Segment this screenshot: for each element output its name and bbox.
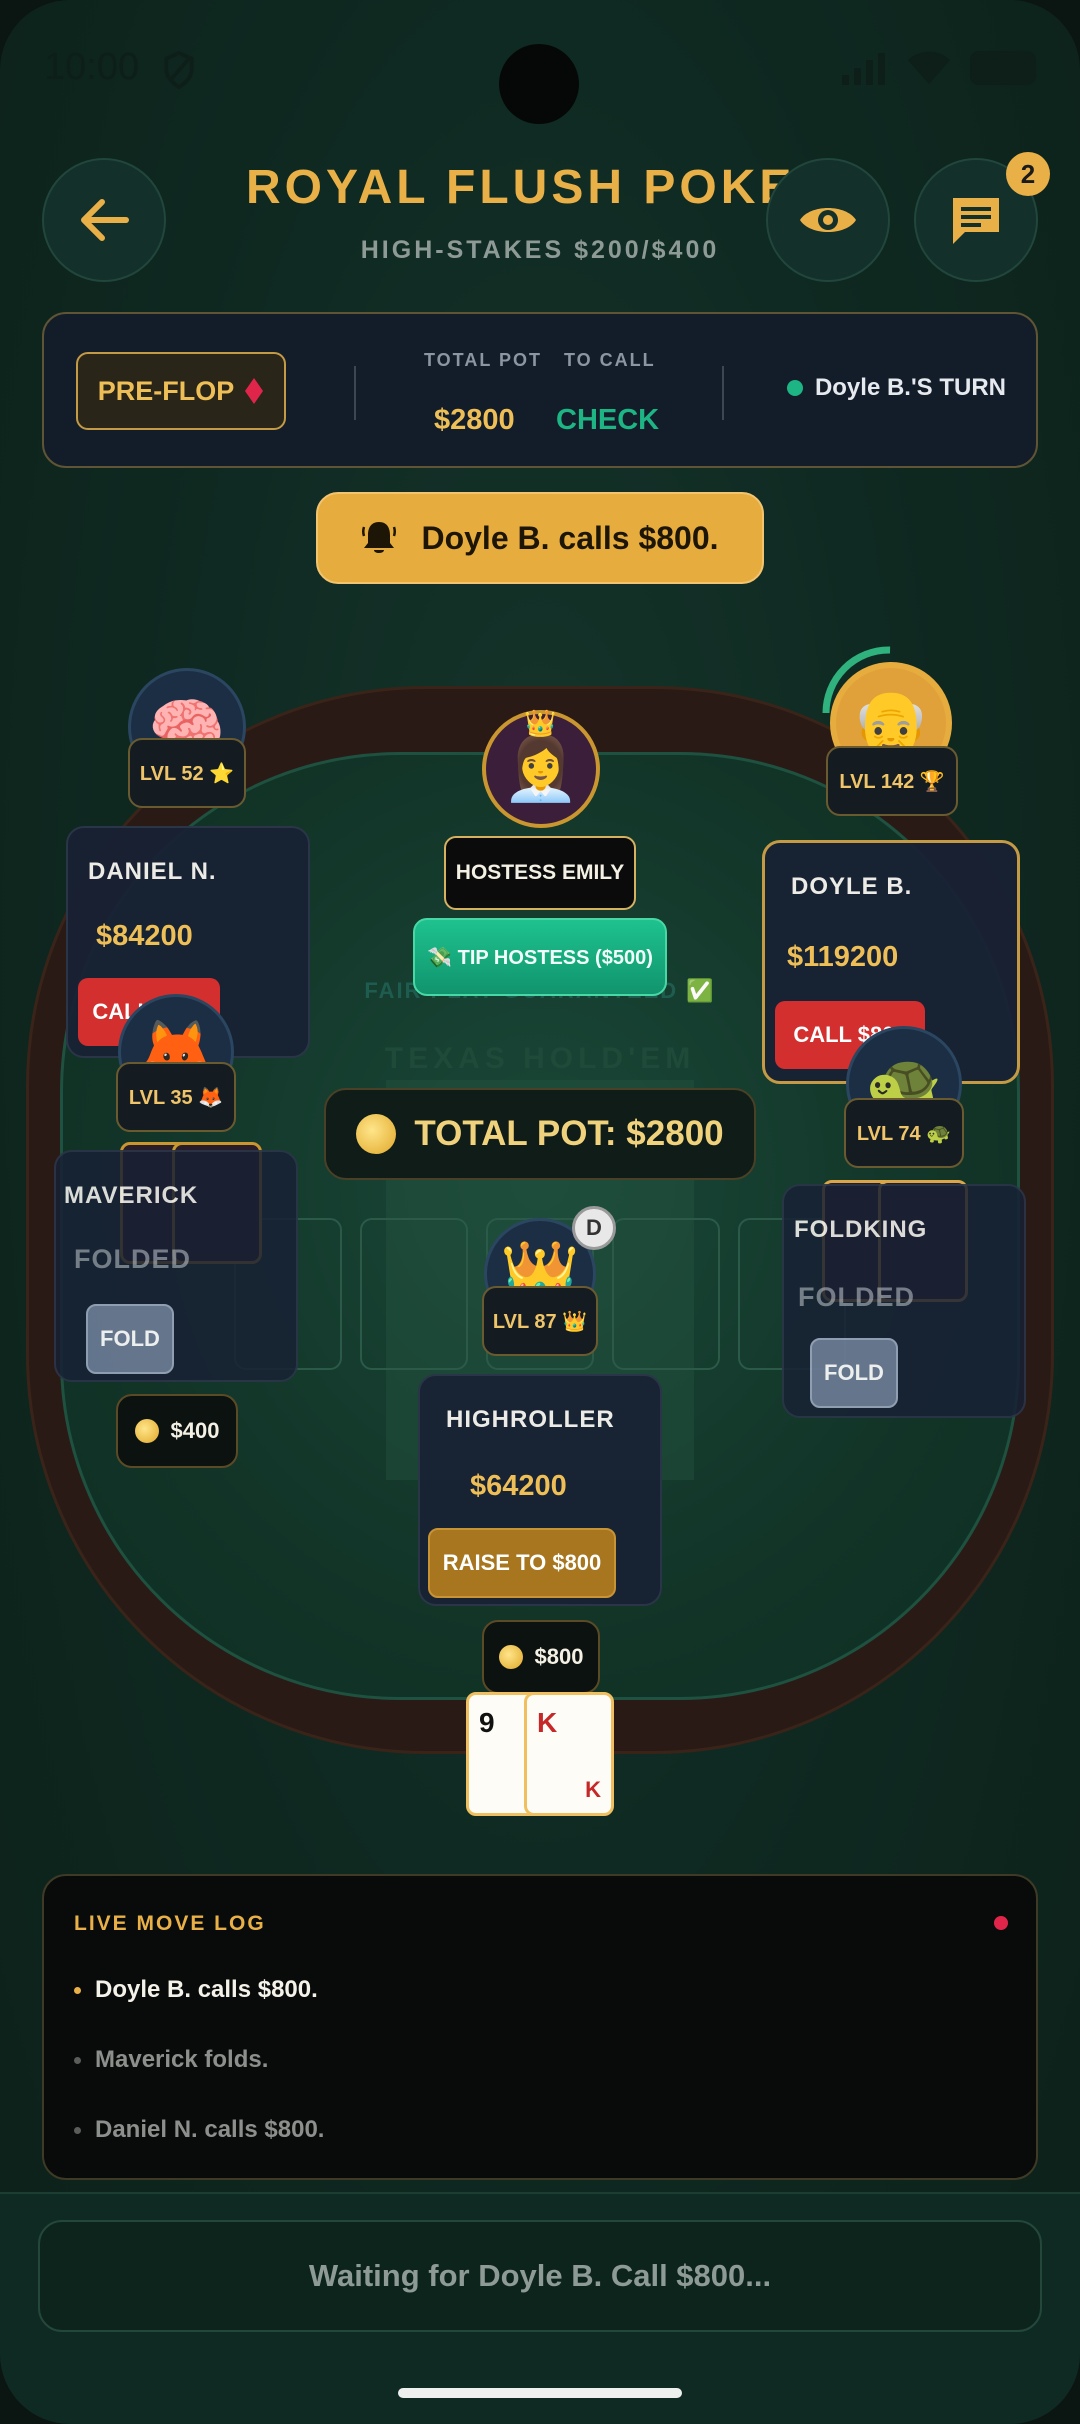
player-card-highroller: HIGHROLLER $64200 RAISE TO $800 [418, 1374, 662, 1606]
player-bet-chip: $800 [482, 1620, 600, 1694]
player-action-badge: RAISE TO $800 [428, 1528, 616, 1598]
divider [722, 366, 724, 420]
log-item: Daniel N. calls $800. [74, 2116, 324, 2144]
waiting-status-button[interactable]: Waiting for Doyle B. Call $800... [38, 2220, 1042, 2332]
player-name: FOLDKING [794, 1216, 928, 1243]
action-toast: Doyle B. calls $800. [316, 492, 764, 584]
hostess-name: HOSTESS EMILY [444, 836, 636, 910]
player-name: MAVERICK [64, 1182, 199, 1209]
tip-hostess-button[interactable]: 💸 TIP HOSTESS ($500) [413, 918, 667, 996]
player-action-badge: FOLD [810, 1338, 898, 1408]
phase-badge: PRE-FLOP [76, 352, 286, 430]
dealer-button: D [572, 1206, 616, 1250]
coin-icon [134, 1419, 159, 1443]
bet-amount: $400 [170, 1418, 220, 1443]
back-button[interactable] [42, 158, 166, 282]
to-call-value: CHECK [556, 404, 660, 436]
eye-icon [800, 208, 856, 232]
camera-cutout [499, 44, 579, 124]
card-suit: K [585, 1777, 601, 1802]
phase-label: PRE-FLOP [97, 375, 235, 406]
table-pot-text: TOTAL POT: $2800 [414, 1114, 724, 1153]
player-bet-chip: $400 [116, 1394, 238, 1468]
player-level-badge: LVL 87 👑 [482, 1286, 598, 1356]
chat-icon [953, 198, 999, 244]
card-rank: K [537, 1707, 558, 1738]
game-status-card: PRE-FLOP TOTAL POT $2800 TO CALL CHECK D… [42, 312, 1038, 468]
player-card-maverick: MAVERICK FOLDED FOLD [54, 1150, 298, 1382]
player-chips: $119200 [787, 941, 899, 973]
log-item: Maverick folds. [74, 2046, 268, 2074]
player-level-badge: LVL 52 ⭐ [128, 738, 246, 808]
wifi-icon [908, 51, 950, 84]
bullet [74, 1986, 81, 1994]
player-status: FOLDED [798, 1282, 915, 1312]
spectate-button[interactable] [766, 158, 890, 282]
player-name: DANIEL N. [88, 858, 217, 885]
shield-icon [164, 50, 194, 90]
hole-card: K K [524, 1692, 614, 1816]
player-chips: $64200 [470, 1470, 567, 1502]
log-item-text: Doyle B. calls $800. [95, 1976, 318, 2003]
crown-icon: 👑 [524, 708, 557, 738]
player-level-badge: LVL 35 🦊 [116, 1062, 236, 1132]
coin-icon [356, 1114, 397, 1154]
total-pot-label: TOTAL POT [424, 350, 543, 370]
diamond-icon [245, 378, 264, 404]
card-rank: 9 [479, 1707, 495, 1738]
player-card-foldking: FOLDKING FOLDED FOLD [782, 1184, 1026, 1418]
log-item-text: Daniel N. calls $800. [95, 2116, 325, 2143]
total-pot-value: $2800 [434, 404, 515, 436]
status-icons [840, 50, 1036, 86]
divider [354, 366, 356, 420]
battery-icon [970, 51, 1036, 85]
player-name: DOYLE B. [791, 873, 913, 900]
player-name: HIGHROLLER [446, 1406, 615, 1433]
chat-unread-badge: 2 [1006, 152, 1050, 196]
active-dot [786, 380, 803, 396]
player-chips: $84200 [96, 920, 193, 952]
bullet [74, 2126, 81, 2134]
player-status: FOLDED [74, 1244, 191, 1274]
bell-icon [362, 522, 397, 553]
log-item: Doyle B. calls $800. [74, 1976, 318, 2004]
bullet [74, 2056, 81, 2064]
coin-icon [498, 1645, 523, 1669]
signal-icon [842, 53, 885, 85]
player-action-badge: FOLD [86, 1304, 174, 1374]
log-title: LIVE MOVE LOG [74, 1912, 266, 1935]
player-level-badge: LVL 74 🐢 [844, 1098, 964, 1168]
arrow-left-icon [81, 199, 129, 241]
community-card-slot [612, 1218, 720, 1370]
bet-amount: $800 [534, 1644, 584, 1669]
home-indicator[interactable] [398, 2388, 682, 2398]
turn-indicator: Doyle B.'S TURN [786, 374, 1006, 402]
player-level-badge: LVL 142 🏆 [826, 746, 958, 816]
toast-text: Doyle B. calls $800. [421, 519, 719, 556]
community-card-slot [360, 1218, 468, 1370]
live-dot [994, 1916, 1008, 1930]
to-call-label: TO CALL [564, 350, 656, 370]
table-pot-display: TOTAL POT: $2800 [324, 1088, 756, 1180]
status-time: 10:00 [44, 46, 140, 88]
log-item-text: Maverick folds. [95, 2046, 269, 2073]
live-move-log: LIVE MOVE LOG Doyle B. calls $800. Maver… [42, 1874, 1038, 2180]
app-screen: 10:00 ROYAL FLUSH POKER HIGH-STAKES $200… [0, 0, 1080, 2424]
turn-label: Doyle B.'S TURN [814, 374, 1006, 401]
